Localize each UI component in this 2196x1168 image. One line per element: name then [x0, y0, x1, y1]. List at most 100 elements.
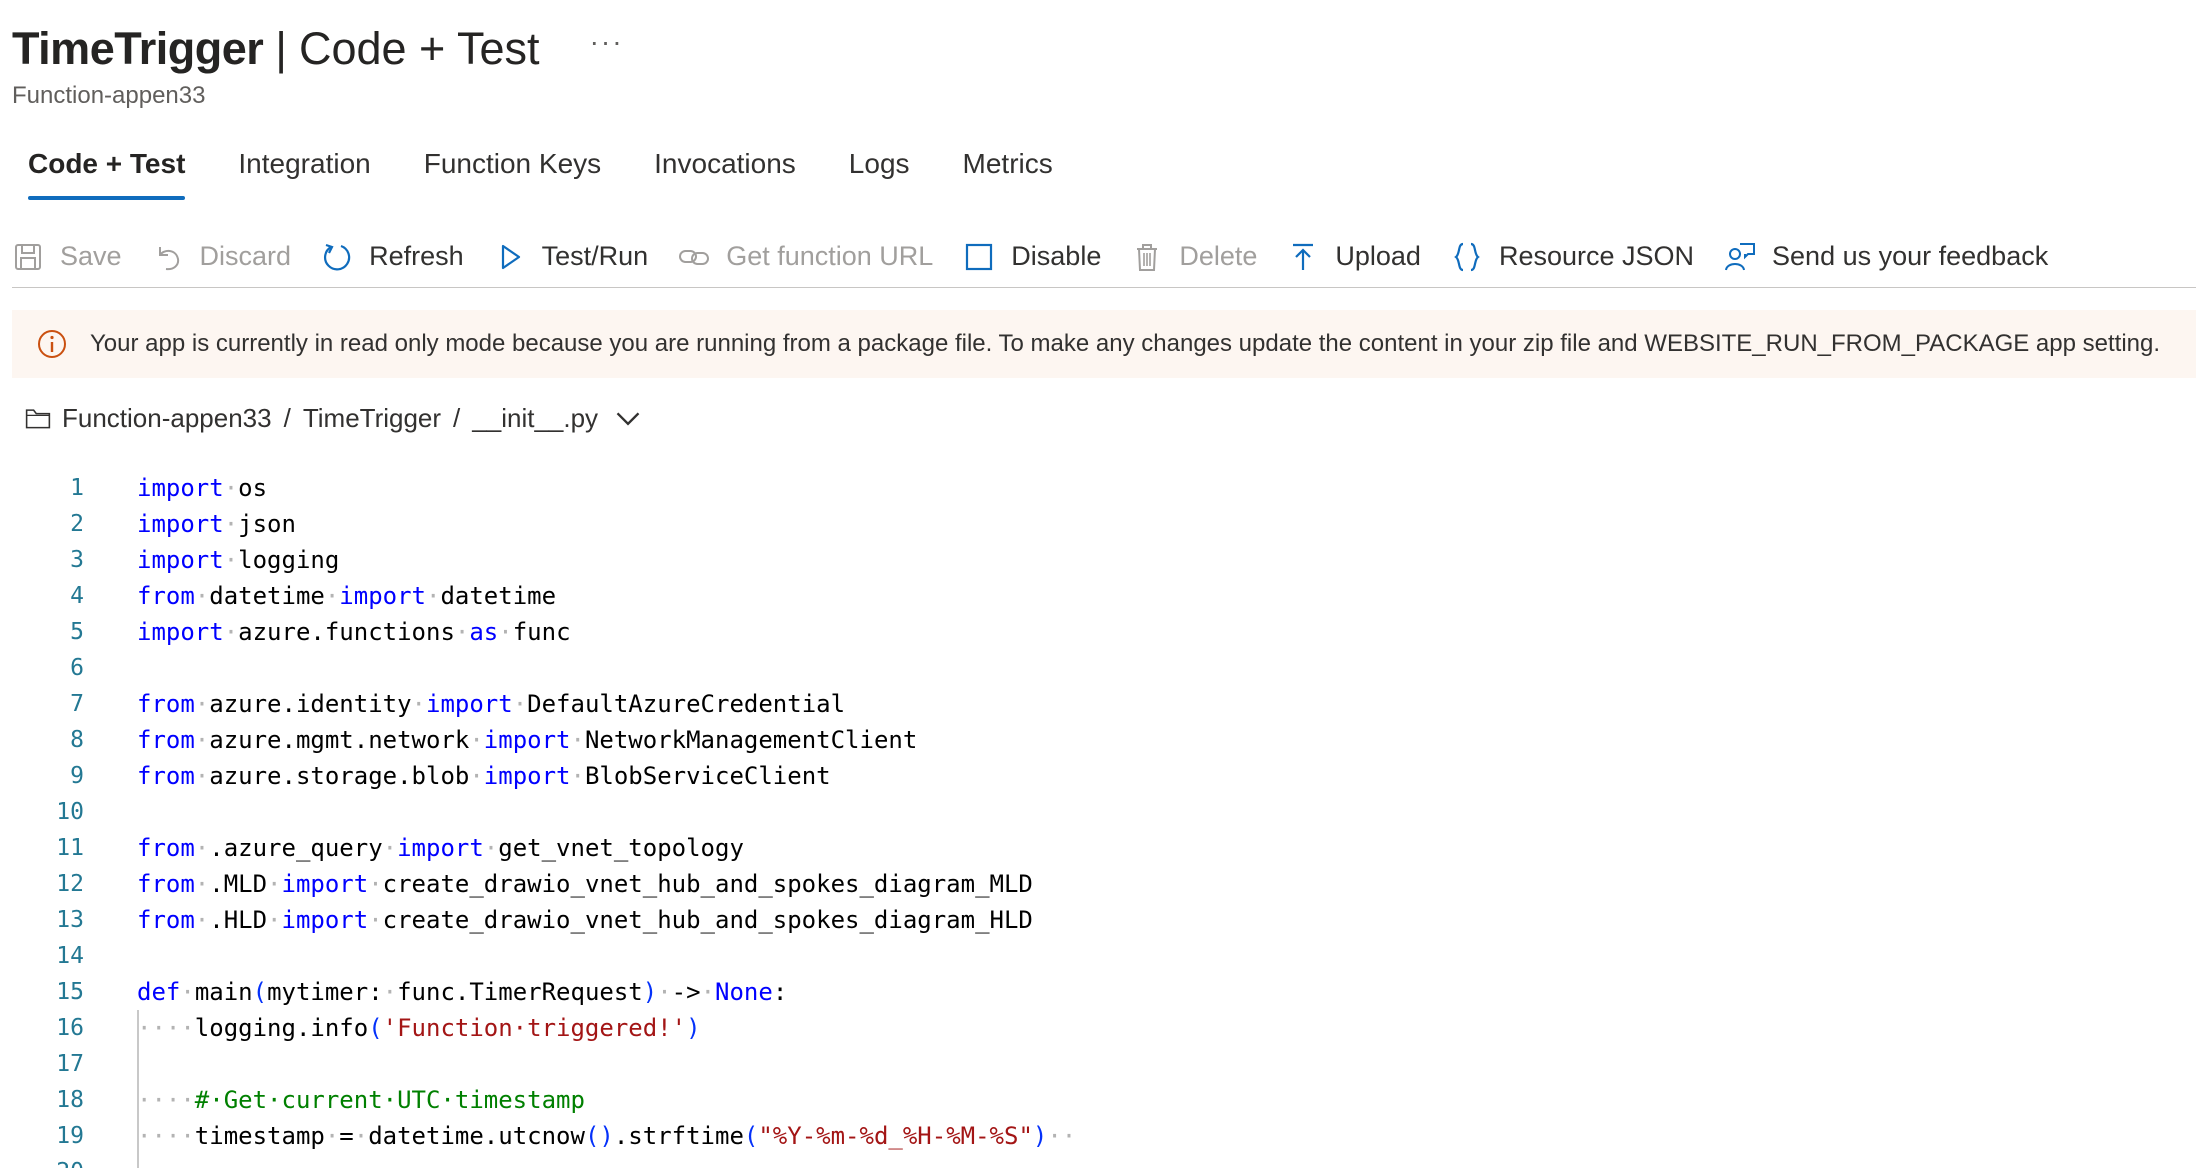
line-number: 18: [56, 1087, 84, 1113]
code-token: #·Get·current·UTC·timestamp: [194, 1086, 585, 1114]
play-icon: [501, 244, 520, 269]
code-token: ·: [469, 762, 484, 790]
code-text: from·azure.mgmt.network·import·NetworkMa…: [137, 722, 917, 758]
breadcrumb-separator: /: [453, 402, 461, 433]
code-token: ): [1032, 1122, 1048, 1150]
code-token: as: [469, 618, 499, 646]
code-token: ·: [267, 906, 282, 934]
code-token: ·: [426, 582, 441, 610]
code-token: ·: [194, 762, 210, 790]
code-token: azure.functions: [238, 618, 455, 646]
line-number: 2: [70, 511, 84, 537]
code-token: timestamp: [194, 1122, 325, 1150]
line-number: 15: [56, 979, 84, 1005]
code-text: from·azure.identity·import·DefaultAzureC…: [137, 686, 845, 722]
tab-metrics[interactable]: Metrics: [963, 142, 1053, 200]
upload-button[interactable]: Upload: [1287, 232, 1421, 282]
line-number: 1: [70, 475, 84, 501]
save-button[interactable]: Save: [12, 232, 122, 282]
code-token: ·: [223, 510, 239, 538]
undo-icon: [158, 246, 179, 270]
more-options-icon[interactable]: ···: [590, 26, 624, 58]
code-token: from: [137, 834, 195, 862]
upload-label: Upload: [1335, 241, 1421, 271]
code-token: logging.info: [194, 1014, 369, 1042]
code-token: import: [137, 510, 224, 538]
disable-label: Disable: [1011, 241, 1102, 271]
code-token: ·: [382, 834, 398, 862]
discard-button[interactable]: Discard: [152, 232, 292, 282]
disable-button[interactable]: Disable: [963, 232, 1101, 282]
code-token: from: [137, 690, 195, 718]
code-token: ·: [223, 546, 239, 574]
breadcrumb-file[interactable]: __init__.py: [472, 403, 598, 434]
code-token: ·: [194, 834, 210, 862]
feedback-label: Send us your feedback: [1772, 241, 2049, 271]
checkbox-icon: [966, 243, 993, 270]
chevron-down-icon[interactable]: [614, 404, 642, 432]
code-token: func: [512, 618, 571, 646]
file-breadcrumb: Function-appen33 / TimeTrigger / __init_…: [24, 398, 652, 438]
code-token: os: [238, 474, 268, 502]
line-number: 19: [56, 1123, 84, 1149]
line-number: 11: [56, 835, 84, 861]
code-text: from·.azure_query·import·get_vnet_topolo…: [137, 830, 744, 866]
breadcrumb-function: TimeTrigger: [302, 402, 442, 433]
code-token: ·: [324, 582, 340, 610]
code-token: from: [137, 762, 195, 790]
discard-label: Discard: [199, 241, 292, 271]
code-token: ····: [137, 1086, 195, 1114]
code-token: :: [772, 978, 788, 1006]
upload-icon: [1293, 243, 1314, 270]
title-separator: |: [275, 23, 287, 74]
code-token: azure.mgmt.network: [209, 726, 470, 754]
code-token: ··: [1047, 1122, 1077, 1150]
code-token: NetworkManagementClient: [584, 726, 918, 754]
code-editor[interactable]: 1 import·os 2 import·json 3 import·logging 4 fr…: [0, 470, 2196, 1168]
code-token: ·: [180, 978, 195, 1006]
code-token: "%Y-%m-%d_%H-%M-%S": [758, 1122, 1033, 1150]
test-run-label: Test/Run: [541, 241, 649, 271]
code-token: ·: [194, 870, 210, 898]
test-run-button[interactable]: Test/Run: [494, 232, 649, 282]
code-token: get_vnet_topology: [498, 834, 744, 862]
code-token: ·: [657, 978, 672, 1006]
code-token: main: [194, 978, 253, 1006]
code-token: def: [137, 978, 181, 1006]
tab-invocations[interactable]: Invocations: [654, 142, 796, 200]
line-number: 5: [70, 619, 84, 645]
code-token: =: [339, 1122, 354, 1150]
line-number: 6: [70, 655, 84, 681]
code-token: ·: [469, 726, 484, 754]
line-number: 9: [70, 763, 84, 789]
info-icon: [38, 330, 66, 358]
title-row: TimeTrigger | Code + Test ···: [12, 18, 624, 80]
resource-json-button[interactable]: Resource JSON: [1451, 232, 1694, 282]
code-token: ····: [137, 1014, 195, 1042]
code-token: datetime.utcnow: [368, 1122, 585, 1150]
code-token: DefaultAzureCredential: [527, 690, 846, 718]
code-token: logging: [238, 546, 340, 574]
page-title-section: Code + Test: [298, 23, 540, 74]
line-number: 4: [70, 583, 84, 609]
read-only-warning-banner: Your app is currently in read only mode …: [12, 310, 2196, 378]
page-title: TimeTrigger: [12, 23, 264, 74]
page-header: TimeTrigger | Code + Test ··· Function-a…: [12, 18, 624, 109]
delete-button[interactable]: Delete: [1131, 232, 1257, 282]
code-token: ·: [194, 690, 210, 718]
code-text: ····logging.info('Function·triggered!'): [137, 1010, 701, 1046]
get-function-url-button[interactable]: Get function URL: [678, 232, 933, 282]
code-token: ·: [382, 978, 398, 1006]
code-token: BlobServiceClient: [584, 762, 831, 790]
refresh-button[interactable]: Refresh: [321, 232, 464, 282]
tab-logs[interactable]: Logs: [849, 142, 910, 200]
code-token: ·: [324, 1122, 340, 1150]
tab-function-keys[interactable]: Function Keys: [424, 142, 601, 200]
save-label: Save: [60, 241, 122, 271]
line-number: 17: [56, 1051, 84, 1077]
feedback-button[interactable]: Send us your feedback: [1724, 232, 2048, 282]
tab-integration[interactable]: Integration: [238, 142, 370, 200]
tab-code-test[interactable]: Code + Test: [28, 142, 186, 200]
code-token: ·: [512, 690, 528, 718]
braces-icon: [1454, 242, 1480, 271]
